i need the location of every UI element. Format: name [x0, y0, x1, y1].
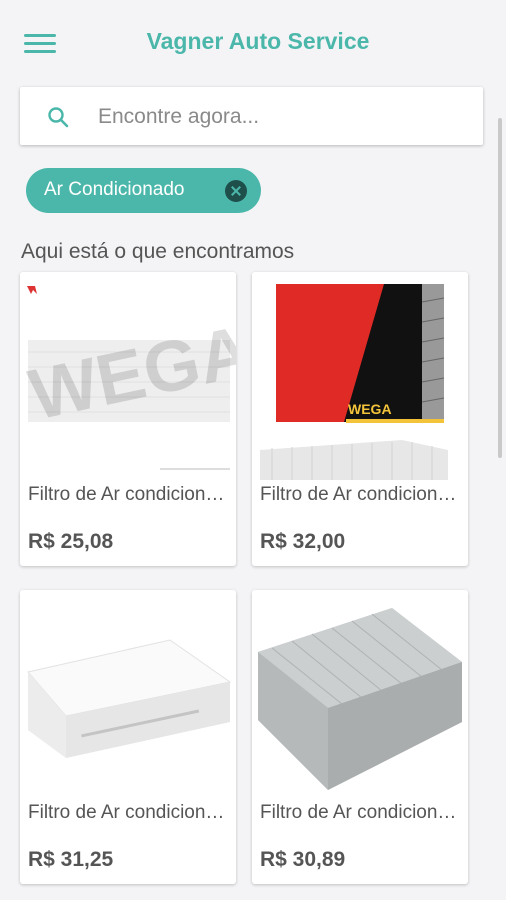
search-icon[interactable] [46, 105, 70, 129]
filter-chip-label: Ar Condicionado [44, 179, 185, 200]
product-image: WEGA [20, 272, 236, 482]
scrollbar[interactable] [498, 118, 502, 458]
product-name: Filtro de Ar condicionado [28, 484, 230, 505]
close-icon[interactable] [225, 180, 247, 202]
search-input[interactable] [96, 99, 470, 135]
product-name: Filtro de Ar condicionado [260, 484, 462, 505]
product-card[interactable]: WEGA Filtro de Ar condicionado R$ 25,08 [20, 272, 236, 566]
product-name: Filtro de Ar condicionado [28, 802, 230, 823]
product-price: R$ 31,25 [28, 848, 114, 871]
product-price: R$ 30,89 [260, 848, 346, 871]
results-heading: Aqui está o que encontramos [21, 240, 295, 263]
product-image: WEGA [252, 272, 468, 482]
product-name: Filtro de Ar condicionado [260, 802, 462, 823]
product-price: R$ 32,00 [260, 530, 346, 553]
svg-text:WEGA: WEGA [348, 401, 392, 417]
filter-chip-ar-condicionado[interactable]: Ar Condicionado [26, 168, 261, 213]
search-bar[interactable] [20, 87, 483, 145]
product-card[interactable]: WEGA Filtro de Ar condicionado R$ 32,00 [252, 272, 468, 566]
product-image [20, 590, 236, 800]
top-app-bar: Vagner Auto Service [0, 0, 506, 86]
product-image [252, 590, 468, 800]
product-card[interactable]: Filtro de Ar condicionado R$ 30,89 [252, 590, 468, 884]
app-title: Vagner Auto Service [146, 28, 370, 54]
product-card[interactable]: Filtro de Ar condicionado R$ 31,25 [20, 590, 236, 884]
product-price: R$ 25,08 [28, 530, 114, 553]
